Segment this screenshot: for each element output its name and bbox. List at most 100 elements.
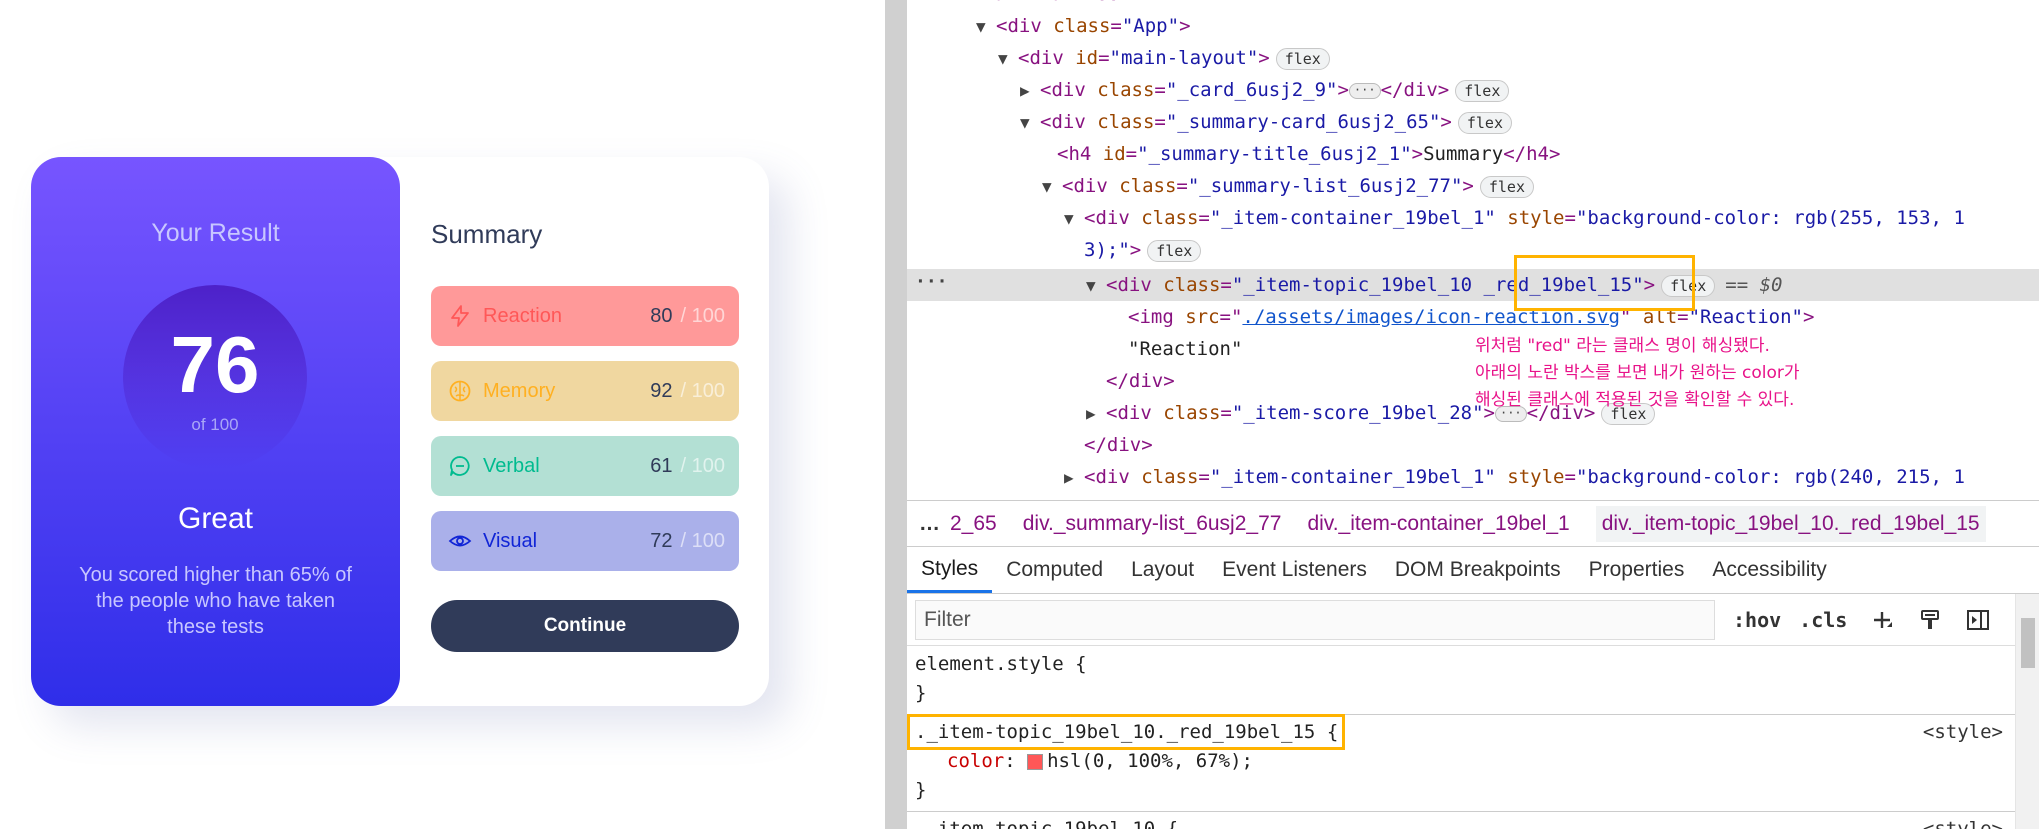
collapse-triangle-icon[interactable]: ▼ [1042, 171, 1062, 203]
summary-item-total: / 100 [680, 379, 725, 402]
brain-icon [447, 378, 473, 404]
flex-badge[interactable]: flex [1275, 47, 1330, 70]
flex-badge[interactable]: flex [1479, 175, 1534, 198]
tree-node-app[interactable]: ▼ <div class="App"> [976, 10, 1191, 42]
expand-triangle-icon[interactable]: ▶ [1020, 75, 1040, 107]
tab-accessibility[interactable]: Accessibility [1698, 547, 1840, 593]
collapse-triangle-icon[interactable]: ▼ [1020, 107, 1040, 139]
scrollbar-thumb[interactable] [2021, 618, 2035, 668]
chat-bubble-icon [447, 453, 473, 479]
tree-node-item-container[interactable]: ▼ <div class="_item-container_19bel_1" st… [1064, 202, 1965, 234]
tab-dom-breakpoints[interactable]: DOM Breakpoints [1381, 547, 1575, 593]
tab-properties[interactable]: Properties [1575, 547, 1699, 593]
node-actions-ellipsis[interactable]: ··· [915, 269, 948, 301]
collapse-triangle-icon[interactable]: ▼ [1086, 270, 1106, 302]
tree-text-node[interactable]: "Reaction" [1128, 333, 1242, 365]
summary-item-total: / 100 [680, 454, 725, 477]
tree-node-summary-card[interactable]: ▼ <div class="_summary-card_6usj2_65"> fle… [1020, 106, 1512, 138]
tree-node-item-container-2[interactable]: ▶ <div class="_item-container_19bel_1" st… [1064, 461, 1965, 493]
elements-tree: <div id="root"> ▼<div class="App"> ▼<div… [907, 0, 2039, 500]
summary-item-topic: Verbal [483, 454, 540, 477]
collapse-triangle-icon[interactable]: ▼ [1064, 203, 1084, 235]
breadcrumb: … 2_65 div._summary-list_6usj2_77 div._i… [907, 500, 2039, 546]
summary-item-reaction: Reaction 80 / 100 [431, 286, 739, 346]
tree-node-summary-list[interactable]: ▼ <div class="_summary-list_6usj2_77"> fle… [1042, 170, 1534, 202]
summary-item-verbal: Verbal 61 / 100 [431, 436, 739, 496]
next-rule-selector[interactable]: ._item-topic_19bel_10 { [915, 815, 1178, 829]
rule-origin-link[interactable]: <style> [1923, 718, 2003, 747]
styles-scrollbar[interactable] [2015, 594, 2039, 829]
summary-title: Summary [431, 219, 543, 249]
collapsed-content-ellipsis[interactable]: ··· [1348, 82, 1381, 99]
paint-brush-icon[interactable] [1917, 607, 1943, 633]
highlight-box-selector [907, 714, 1345, 750]
cls-toggle[interactable]: .cls [1799, 608, 1847, 632]
score-value: 76 [170, 320, 260, 409]
tab-styles[interactable]: Styles [907, 547, 993, 593]
collapse-triangle-icon[interactable]: ▼ [998, 43, 1018, 75]
toggle-sidebar-icon[interactable] [1965, 607, 1991, 633]
summary-panel: Summary Reaction 80 / 100 Memory 92 / 10… [431, 157, 769, 706]
summary-item-topic: Visual [483, 529, 538, 552]
summary-item-topic: Reaction [483, 304, 562, 327]
hov-toggle[interactable]: :hov [1733, 608, 1781, 632]
new-style-rule-icon[interactable] [1869, 607, 1895, 633]
sidebar-tabs: Styles Computed Layout Event Listeners D… [907, 546, 2039, 594]
rule-origin-link[interactable]: <style> [1923, 815, 2003, 829]
rule-close-brace: } [915, 779, 927, 801]
tree-node-main-layout[interactable]: ▼ <div id="main-layout"> flex [998, 42, 1330, 74]
result-label: Great [177, 502, 254, 535]
summary-item-memory: Memory 92 / 100 [431, 361, 739, 421]
annotation-line: 해싱된 클래스에 적용된 것을 확인할 수 있다. [1475, 390, 1795, 410]
app-preview: Your Result 76 of 100 Great You scored h… [0, 0, 885, 829]
tree-node-item-container-wrap: 3);"> flex [1084, 234, 1202, 266]
summary-item-visual: Visual 72 / 100 [431, 511, 739, 571]
result-description: You scored higher than 65% of the people… [79, 564, 352, 638]
rule-close-brace: } [915, 682, 927, 704]
eye-icon [447, 528, 473, 554]
flex-badge[interactable]: flex [1147, 239, 1202, 262]
styles-toolbar: :hov .cls [907, 594, 2039, 646]
results-summary-component: Your Result 76 of 100 Great You scored h… [31, 157, 769, 706]
annotation-line: 아래의 노란 박스를 보면 내가 원하는 color가 [1475, 363, 1800, 383]
continue-button[interactable]: Continue [431, 600, 739, 652]
score-of-label: of 100 [191, 415, 239, 434]
summary-item-topic: Memory [483, 379, 556, 402]
flex-badge[interactable]: flex [1455, 79, 1510, 102]
tab-computed[interactable]: Computed [992, 547, 1117, 593]
annotation-line: 위처럼 "red" 라는 클래스 명이 해싱됐다. [1475, 336, 1770, 356]
tree-node-close[interactable]: </div> [1106, 365, 1175, 397]
tree-node-img[interactable]: <img src="./assets/images/icon-reaction.… [1128, 301, 1814, 333]
breadcrumb-more-icon[interactable]: … [907, 512, 950, 536]
summary-item-score: 61 [650, 454, 673, 477]
tab-event-listeners[interactable]: Event Listeners [1208, 547, 1381, 593]
tree-node-summary-title[interactable]: <h4 id="_summary-title_6usj2_1">Summary<… [1057, 138, 1560, 170]
breadcrumb-item-active[interactable]: div._item-topic_19bel_10._red_19bel_15 [1595, 505, 1986, 542]
breadcrumb-item[interactable]: 2_65 [950, 512, 997, 536]
breadcrumb-item[interactable]: div._item-container_19bel_1 [1307, 512, 1569, 536]
annotation-note: 위처럼 "red" 라는 클래스 명이 해싱됐다. 아래의 노란 박스를 보면 … [1475, 333, 1800, 414]
css-declaration-color[interactable]: color: hsl(0, 100%, 67%); [947, 747, 1253, 776]
lightning-icon [447, 303, 473, 329]
panel-resize-handle[interactable] [885, 0, 907, 829]
filter-input[interactable] [915, 599, 1715, 640]
tree-node-card[interactable]: ▶ <div class="_card_6usj2_9"> ··· </div> fle… [1020, 74, 1510, 107]
breadcrumb-item[interactable]: div._summary-list_6usj2_77 [1023, 512, 1282, 536]
flex-badge[interactable]: flex [1457, 111, 1512, 134]
result-card: Your Result 76 of 100 Great You scored h… [31, 157, 400, 706]
element-style-rule[interactable]: element.style { [915, 650, 1087, 679]
tab-layout[interactable]: Layout [1117, 547, 1208, 593]
summary-item-total: / 100 [680, 529, 725, 552]
tree-line-partial: <div id="root"> [982, 0, 1154, 10]
summary-item-score: 72 [650, 529, 673, 552]
collapse-triangle-icon[interactable]: ▼ [976, 11, 996, 43]
score-circle: 76 of 100 [123, 285, 307, 469]
color-swatch-icon[interactable] [1027, 753, 1044, 770]
highlight-box-class-name [1514, 255, 1695, 311]
summary-item-score: 92 [650, 379, 673, 402]
expand-triangle-icon[interactable]: ▶ [1086, 398, 1106, 430]
tree-node-close[interactable]: </div> [1084, 429, 1153, 461]
summary-item-score: 80 [650, 304, 673, 327]
result-title: Your Result [151, 219, 280, 247]
expand-triangle-icon[interactable]: ▶ [1064, 462, 1084, 494]
